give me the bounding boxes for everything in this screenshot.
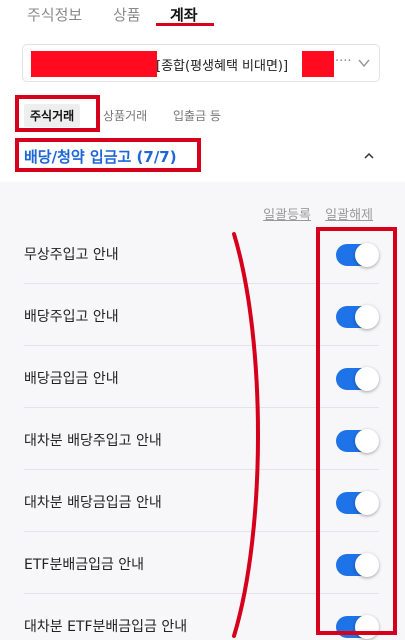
bulk-actions: 일괄등록 일괄해제 xyxy=(253,204,373,223)
notification-label: 대차분 ETF분배금입금 안내 xyxy=(24,619,188,635)
app-root: 주식정보 상품 계좌 [종합(평생혜택 비대면)] ···· 주식거래 상품거래… xyxy=(0,0,405,640)
category-header[interactable]: 배당/청약 입금고 (7/7) xyxy=(0,138,405,182)
account-ellipsis: ···· xyxy=(335,54,352,69)
notification-label: 무상주입고 안내 xyxy=(24,247,119,263)
chevron-down-icon xyxy=(358,59,370,68)
highlight-box-subtab xyxy=(15,95,100,132)
notification-label: 대차분 배당금입금 안내 xyxy=(24,495,162,511)
sub-tab-bar: 주식거래 상품거래 입출금 등 xyxy=(0,92,405,138)
notification-label: 배당주입고 안내 xyxy=(24,309,119,325)
subtab-product-trading[interactable]: 상품거래 xyxy=(103,107,147,124)
redacted-account-number xyxy=(31,51,157,77)
chevron-up-icon[interactable] xyxy=(362,149,376,163)
bulk-release-link[interactable]: 일괄해제 xyxy=(325,208,373,223)
account-selector[interactable]: [종합(평생혜택 비대면)] ···· xyxy=(22,44,380,82)
notification-label: 배당금입금 안내 xyxy=(24,371,119,387)
account-section: [종합(평생혜택 비대면)] ···· xyxy=(0,32,405,92)
account-name: [종합(평생혜택 비대면)] xyxy=(156,59,289,74)
bulk-register-link[interactable]: 일괄등록 xyxy=(263,208,311,223)
bracket-annotation xyxy=(232,232,260,638)
tab-products[interactable]: 상품 xyxy=(113,4,141,25)
notification-label: ETF분배금입금 안내 xyxy=(24,557,145,573)
highlight-box-category xyxy=(15,138,201,172)
top-tab-bar: 주식정보 상품 계좌 xyxy=(0,0,405,32)
redacted-account-owner xyxy=(302,51,334,77)
active-tab-underline xyxy=(156,23,214,26)
notification-label: 대차분 배당주입고 안내 xyxy=(24,433,162,449)
highlight-box-toggles xyxy=(316,227,397,635)
tab-account[interactable]: 계좌 xyxy=(170,4,198,25)
subtab-deposit-withdrawal[interactable]: 입출금 등 xyxy=(173,107,221,124)
tab-stock-info[interactable]: 주식정보 xyxy=(27,4,82,25)
